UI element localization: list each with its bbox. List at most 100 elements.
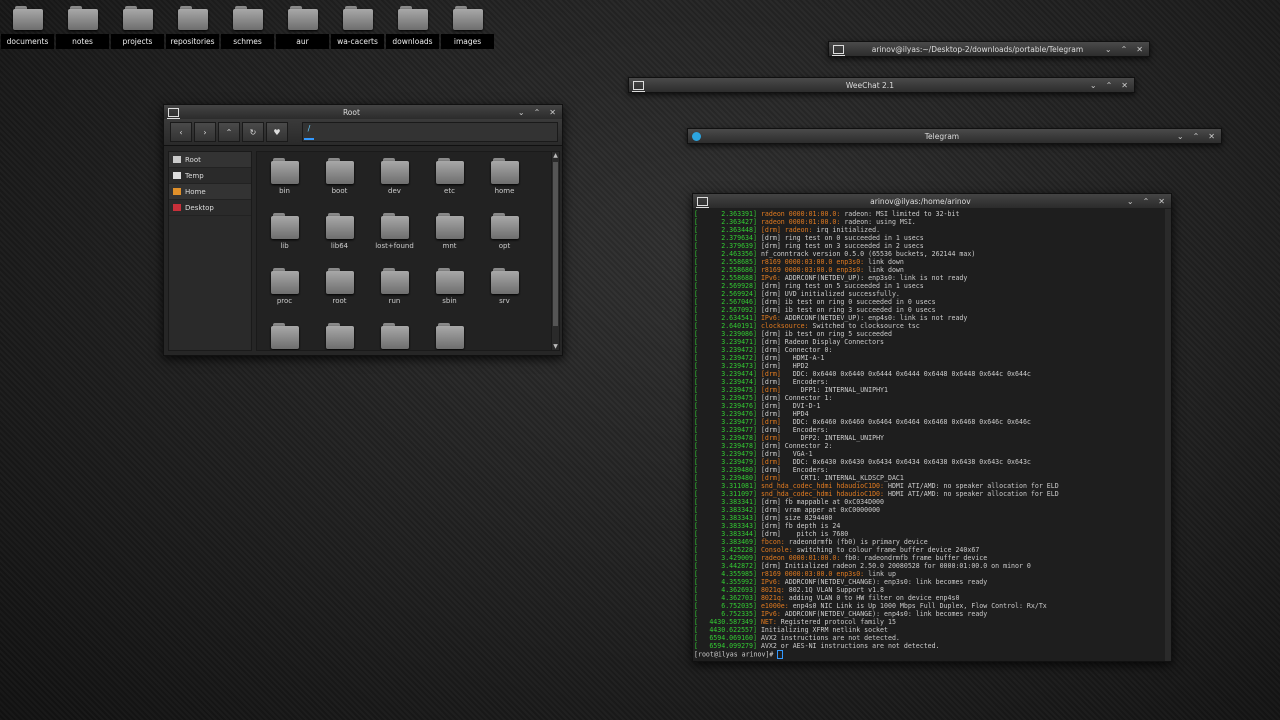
timestamp: 3.239086 (721, 330, 753, 338)
scroll-down-icon[interactable]: ▼ (552, 343, 559, 350)
window-telegram-portable-terminal[interactable]: arinov@ilyas:~/Desktop-2/downloads/porta… (828, 41, 1150, 57)
folder-item[interactable]: sbin (422, 266, 477, 315)
close-button[interactable]: ✕ (1121, 81, 1128, 90)
scrollbar-thumb[interactable] (553, 162, 558, 326)
desktop-icon-1[interactable]: notes (55, 4, 110, 49)
minimize-button[interactable]: ⌄ (1105, 45, 1112, 54)
terminal-output[interactable]: [2.363391] radeon 0000:01:00.0: radeon: … (693, 209, 1165, 661)
window-telegram[interactable]: Telegram ⌄ ⌃ ✕ (687, 128, 1222, 144)
log-message: [drm] ib test on ring 3 succeeded in 0 u… (760, 306, 936, 314)
bookmark-button[interactable]: ♥ (266, 122, 288, 142)
bracket: ] (752, 618, 761, 626)
minimize-button[interactable]: ⌄ (1127, 197, 1134, 206)
terminal-line: [3.239480] [drm] CRT1: INTERNAL_KLDSCP_D… (694, 474, 1165, 482)
folder-item[interactable]: opt (477, 211, 532, 260)
folder-item[interactable]: lost+found (367, 211, 422, 260)
folder-item[interactable]: bin (257, 156, 312, 205)
folder-item[interactable] (312, 321, 367, 350)
minimize-button[interactable]: ⌄ (1090, 81, 1097, 90)
timestamp: 3.239480 (721, 466, 753, 474)
folder-item[interactable] (257, 321, 312, 350)
terminal-line: [2.569924] [drm] UVD initialized success… (694, 290, 1165, 298)
maximize-button[interactable]: ⌃ (1121, 45, 1128, 54)
path-segment-root[interactable]: / (304, 124, 314, 140)
folder-icon (435, 323, 464, 349)
folder-item[interactable]: srv (477, 266, 532, 315)
window-title: Root (342, 107, 360, 117)
folder-item[interactable]: dev (367, 156, 422, 205)
terminal-line: [3.239473] [drm] HPD2 (694, 362, 1165, 370)
timestamp: 2.463356 (721, 250, 753, 258)
terminal-line: [6.752335] IPv6: ADDRCONF(NETDEV_CHANGE)… (694, 610, 1165, 618)
bracket: ] (752, 410, 761, 418)
desktop-icon-7[interactable]: downloads (385, 4, 440, 49)
desktop-icon-label: documents (1, 34, 54, 49)
log-source: 8021q: (760, 586, 785, 594)
maximize-button[interactable]: ⌃ (534, 108, 541, 117)
log-message: AVX2 or AES-NI instructions are not dete… (760, 642, 940, 650)
log-source: radeon 0000:01:00.0: (760, 554, 841, 562)
window-title: Telegram (924, 131, 960, 141)
close-button[interactable]: ✕ (549, 108, 556, 117)
maximize-button[interactable]: ⌃ (1106, 81, 1113, 90)
folder-item[interactable] (422, 321, 477, 350)
folder-item[interactable]: mnt (422, 211, 477, 260)
desktop-icon-3[interactable]: repositories (165, 4, 220, 49)
log-source: fbcon: (760, 538, 785, 546)
folder-item[interactable]: etc (422, 156, 477, 205)
folder-item[interactable]: run (367, 266, 422, 315)
places-sidebar: Root Temp Home Desktop (168, 151, 252, 351)
desktop-icon-8[interactable]: images (440, 4, 495, 49)
forward-button[interactable]: › (194, 122, 216, 142)
folder-item[interactable]: lib64 (312, 211, 367, 260)
desktop-icon-label: downloads (386, 34, 439, 49)
file-view-scrollbar[interactable]: ▲ ▼ (551, 151, 560, 351)
maximize-button[interactable]: ⌃ (1143, 197, 1150, 206)
terminal-titlebar[interactable]: arinov@ilyas:/home/arinov ⌄ ⌃ ✕ (693, 194, 1171, 208)
close-button[interactable]: ✕ (1208, 132, 1215, 141)
bracket: ] (752, 514, 761, 522)
folder-item[interactable] (367, 321, 422, 350)
log-message: DFP2: INTERNAL_UNIPHY (780, 434, 885, 442)
minimize-button[interactable]: ⌄ (518, 108, 525, 117)
folder-icon (435, 158, 464, 184)
sidebar-item-home[interactable]: Home (169, 184, 251, 200)
back-button[interactable]: ‹ (170, 122, 192, 142)
desktop-icon-6[interactable]: wa-cacerts (330, 4, 385, 49)
up-button[interactable]: ⌃ (218, 122, 240, 142)
terminal-line: [2.567046] [drm] ib test on ring 0 succe… (694, 298, 1165, 306)
sidebar-item-desktop[interactable]: Desktop (169, 200, 251, 216)
reload-button[interactable]: ↻ (242, 122, 264, 142)
terminal-line: [3.239476] [drm] DVI-D-1 (694, 402, 1165, 410)
heart-icon: ♥ (273, 127, 281, 137)
desktop-icon-0[interactable]: documents (0, 4, 55, 49)
sidebar-item-temp[interactable]: Temp (169, 168, 251, 184)
scroll-up-icon[interactable]: ▲ (552, 152, 559, 159)
maximize-button[interactable]: ⌃ (1193, 132, 1200, 141)
terminal-scrollbar[interactable] (1165, 209, 1171, 661)
log-source: [drm] (760, 386, 781, 394)
desktop-icon-5[interactable]: aur (275, 4, 330, 49)
shell-prompt[interactable]: [root@ilyas arinov]# (694, 650, 1165, 659)
folder-item[interactable]: root (312, 266, 367, 315)
back-arrow-icon: ‹ (179, 127, 183, 137)
folder-item[interactable]: lib (257, 211, 312, 260)
close-button[interactable]: ✕ (1136, 45, 1143, 54)
desktop-icon-2[interactable]: projects (110, 4, 165, 49)
sidebar-item-root[interactable]: Root (169, 152, 251, 168)
bracket: ] (752, 314, 761, 322)
log-message: radeon: MSI limited to 32-bit (840, 210, 960, 218)
file-manager-titlebar[interactable]: Root ⌄ ⌃ ✕ (164, 105, 562, 119)
close-button[interactable]: ✕ (1158, 197, 1165, 206)
folder-icon (490, 213, 519, 239)
window-weechat[interactable]: WeeChat 2.1 ⌄ ⌃ ✕ (628, 77, 1135, 93)
folder-item[interactable]: boot (312, 156, 367, 205)
forward-arrow-icon: › (203, 127, 207, 137)
folder-item[interactable]: home (477, 156, 532, 205)
folder-icon (325, 268, 354, 294)
folder-item[interactable]: proc (257, 266, 312, 315)
folder-name: sbin (442, 297, 457, 305)
terminal-line: [2.463356] nf_conntrack version 0.5.0 (6… (694, 250, 1165, 258)
desktop-icon-4[interactable]: schmes (220, 4, 275, 49)
minimize-button[interactable]: ⌄ (1177, 132, 1184, 141)
